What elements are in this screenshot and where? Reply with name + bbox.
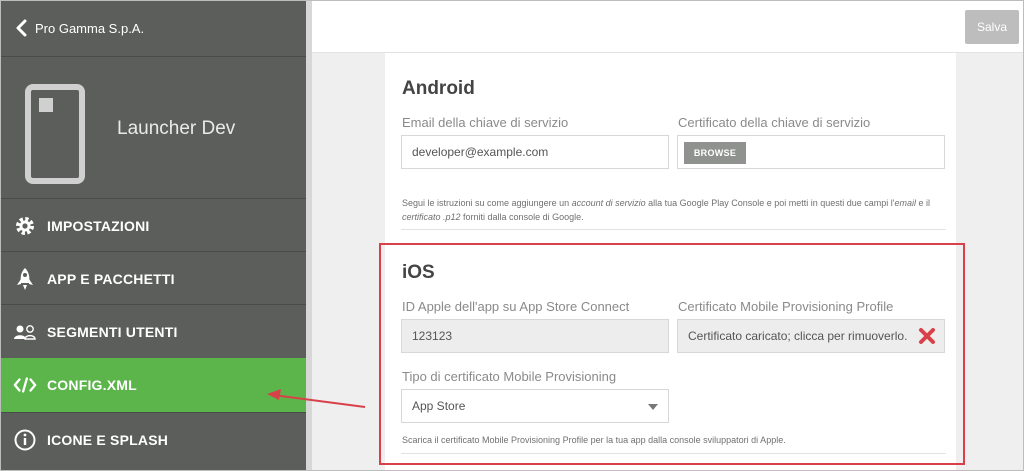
chevron-left-icon [16,19,27,37]
menu-item-impostazioni[interactable]: IMPOSTAZIONI [1,199,306,252]
android-section-title: Android [402,78,475,99]
android-help-text: Segui le istruzioni su come aggiungere u… [402,198,931,222]
email-label: Email della chiave di servizio [402,115,569,130]
email-field[interactable]: developer@example.com [401,135,669,169]
app-name: Launcher Dev [117,118,236,139]
app-phone-icon [25,84,85,184]
back-link-label: Pro Gamma S.p.A. [35,20,145,36]
highlight-box [379,243,965,465]
menu-item-label: SEGMENTI UTENTI [47,323,178,340]
email-value: developer@example.com [412,145,549,159]
save-button[interactable]: Salva [965,10,1019,44]
menu-item-icone-e-splash[interactable]: ICONE E SPLASH [1,413,306,466]
divider [401,229,946,230]
app-header: Launcher Dev [1,56,306,196]
topbar: Salva [312,1,1023,53]
menu-item-label: APP E PACCHETTI [47,270,175,287]
rocket-icon [13,267,37,291]
users-icon [13,320,37,344]
menu-item-app-e-pacchetti[interactable]: APP E PACCHETTI [1,252,306,305]
menu-item-label: IMPOSTAZIONI [47,217,150,234]
back-link[interactable]: Pro Gamma S.p.A. [15,17,144,39]
cert-file-field: BROWSE [677,135,945,169]
menu-item-label: CONFIG.XML [47,377,137,393]
menu-item-segmenti-utenti[interactable]: SEGMENTI UTENTI [1,305,306,358]
browse-button[interactable]: BROWSE [684,142,746,164]
window: Pro Gamma S.p.A. Launcher Dev IMPOSTAZIO… [0,0,1024,471]
menu-item-label: ICONE E SPLASH [47,431,169,448]
code-icon [13,373,37,397]
cert-label: Certificato della chiave di servizio [678,115,871,130]
info-icon [13,428,37,452]
gear-icon [13,214,37,238]
arrow-icon [267,389,366,408]
